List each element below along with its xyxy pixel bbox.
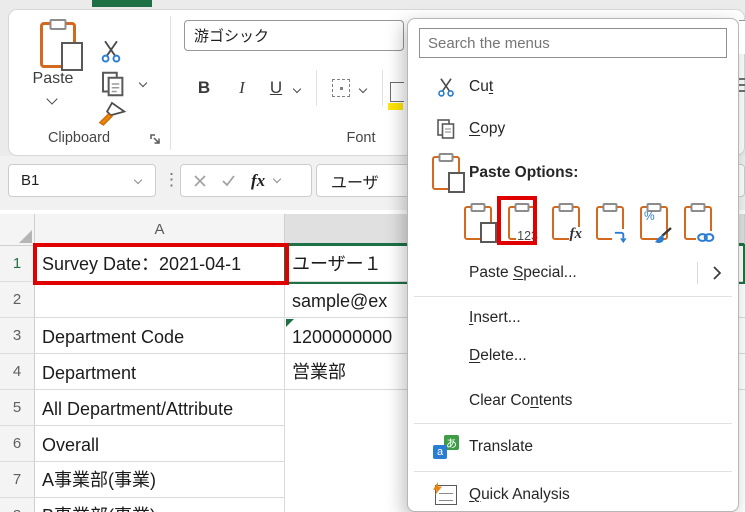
cell-a2[interactable] — [35, 282, 285, 318]
row-header-8[interactable]: 8 — [0, 498, 35, 512]
paste-link-icon[interactable] — [684, 203, 716, 244]
menu-divider — [414, 296, 732, 297]
paste-values-icon[interactable]: 123 — [508, 203, 539, 242]
submenu-divider — [697, 262, 698, 284]
select-all-triangle-icon — [18, 230, 32, 243]
menu-item-label: Clear Contents — [469, 392, 573, 409]
enter-check-icon[interactable] — [221, 174, 236, 187]
column-header-a[interactable]: A — [35, 214, 285, 246]
formula-controls: fx — [180, 164, 312, 197]
insert-function-icon[interactable]: fx — [251, 171, 265, 191]
menu-item-label: Paste Special... — [469, 264, 577, 281]
translate-icon: あ a — [430, 435, 462, 459]
paste-options-label: Paste Options: — [469, 164, 579, 181]
bold-button[interactable]: B — [192, 78, 216, 98]
row-header-4[interactable]: 4 — [0, 354, 35, 390]
menu-item-label: Translate — [469, 438, 534, 455]
menu-item-label: Cut — [469, 78, 494, 95]
fill-color-swatch[interactable] — [388, 103, 403, 110]
menu-item-translate[interactable]: あ a Translate — [408, 428, 736, 466]
name-box[interactable]: B1 — [8, 164, 156, 197]
menu-item-paste-options: Paste Options: — [408, 153, 736, 193]
copy-icon — [430, 116, 462, 142]
menu-item-label: Quick Analysis — [469, 486, 570, 503]
cut-icon[interactable] — [98, 38, 124, 64]
menu-item-copy[interactable]: Copy — [408, 111, 736, 147]
fx-chevron-icon[interactable] — [272, 174, 282, 184]
submenu-arrow-icon — [713, 266, 722, 280]
menu-item-label: Insert... — [469, 309, 521, 326]
menu-item-insert[interactable]: Insert... — [408, 300, 736, 336]
error-triangle-icon — [286, 319, 294, 327]
paste-clipboard-icon — [40, 19, 83, 71]
paste-button[interactable] — [40, 19, 83, 71]
clipboard-dialog-launcher-icon[interactable] — [148, 132, 162, 146]
search-input[interactable] — [419, 28, 727, 58]
menu-divider — [414, 471, 732, 472]
menu-item-cut[interactable]: Cut — [408, 69, 736, 105]
select-all-button[interactable] — [0, 214, 35, 246]
paste-options-row: 123 fx % — [408, 197, 736, 249]
clipboard-page — [61, 42, 83, 71]
paste-formulas-icon[interactable]: fx — [552, 203, 583, 242]
formula-bar-drag-dots[interactable]: ⋮ — [163, 170, 180, 190]
format-painter-icon[interactable] — [96, 100, 128, 128]
cell-a4[interactable]: Department — [35, 354, 285, 390]
paste-keep-source-icon[interactable] — [464, 203, 497, 243]
excel-window: Paste Clipboard 游ゴシック B I U Font B1 ⋮ fx… — [0, 0, 745, 512]
ribbon-divider — [316, 70, 317, 106]
menu-item-delete[interactable]: Delete... — [408, 338, 736, 374]
paste-options-icon — [430, 153, 465, 193]
menu-item-quick-analysis[interactable]: Quick Analysis — [408, 476, 736, 512]
clipboard-clip — [49, 19, 67, 30]
ribbon-divider — [382, 70, 383, 106]
fill-color-icon[interactable] — [390, 82, 404, 102]
active-ribbon-tab-indicator — [92, 0, 152, 7]
cell-a8[interactable]: B事業部(事業) — [35, 498, 285, 512]
cell-a1[interactable]: Survey Date：2021-04-1 — [35, 246, 285, 282]
paste-button-label[interactable]: Paste — [20, 70, 86, 88]
cell-a3[interactable]: Department Code — [35, 318, 285, 354]
copy-icon[interactable] — [98, 68, 128, 100]
row-header-6[interactable]: 6 — [0, 426, 35, 462]
menu-divider — [414, 423, 732, 424]
formula-value: ユーザ — [331, 174, 379, 192]
menu-item-label: Copy — [469, 120, 506, 137]
row-header-5[interactable]: 5 — [0, 390, 35, 426]
row-header-2[interactable]: 2 — [0, 282, 35, 318]
ribbon-sliver-line — [739, 90, 745, 92]
cancel-icon[interactable] — [193, 174, 207, 188]
row-header-7[interactable]: 7 — [0, 462, 35, 498]
cut-icon — [430, 75, 462, 99]
cell-a5[interactable]: All Department/Attribute — [35, 390, 285, 426]
font-name-box[interactable]: 游ゴシック — [184, 20, 404, 51]
paste-transpose-icon[interactable] — [596, 203, 629, 244]
cell-a7[interactable]: A事業部(事業) — [35, 462, 285, 498]
ribbon-group-divider — [170, 16, 171, 150]
row-header-1[interactable]: 1 — [0, 246, 35, 282]
font-group-label: Font — [346, 130, 376, 146]
column-a-label: A — [154, 221, 165, 238]
row-header-3[interactable]: 3 — [0, 318, 35, 354]
paste-formatting-icon[interactable]: % — [640, 203, 672, 243]
name-box-value: B1 — [21, 172, 40, 189]
cell-a6[interactable]: Overall — [35, 426, 285, 462]
quick-analysis-icon — [430, 482, 462, 505]
menu-item-label: Delete... — [469, 347, 527, 364]
ribbon-sliver-line — [739, 84, 745, 86]
menu-item-paste-special[interactable]: Paste Special... — [408, 255, 736, 291]
ribbon-sliver-box — [739, 20, 745, 54]
context-menu: Cut Copy Paste Options: 123 fx — [407, 18, 739, 512]
italic-button[interactable]: I — [230, 78, 254, 98]
font-name-value: 游ゴシック — [194, 28, 270, 45]
name-box-chevron-icon[interactable] — [133, 175, 143, 185]
ribbon-sliver-line — [739, 78, 745, 80]
underline-button[interactable]: U — [264, 78, 288, 98]
borders-icon[interactable] — [332, 79, 350, 97]
clipboard-group-label: Clipboard — [47, 130, 111, 146]
menu-item-clear-contents[interactable]: Clear Contents — [408, 383, 736, 419]
